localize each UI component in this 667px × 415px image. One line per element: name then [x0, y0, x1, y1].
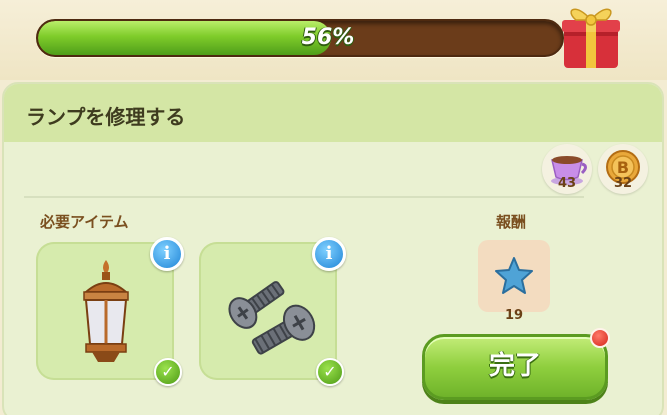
- svg-text:B: B: [617, 158, 629, 177]
- gift-box-icon[interactable]: [556, 0, 626, 72]
- check-icon: ✓: [316, 358, 344, 386]
- complete-button[interactable]: 完了: [422, 334, 608, 400]
- task-panel: ランプを修理する 43 B 32 必要アイテム i ✓ i ✓ 報酬 19 完了: [2, 82, 664, 415]
- info-button-screws[interactable]: i: [312, 237, 346, 271]
- task-title: ランプを修理する: [26, 105, 186, 129]
- info-button-lantern[interactable]: i: [150, 237, 184, 271]
- reward-count: 19: [504, 308, 524, 323]
- coin-count: 32: [613, 176, 633, 191]
- divider: [24, 196, 584, 198]
- panel-header: ランプを修理する: [4, 84, 662, 142]
- teacup-count: 43: [557, 176, 577, 191]
- notification-dot: [590, 328, 610, 348]
- progress-bar: 56%: [36, 19, 564, 57]
- required-items-label: 必要アイテム: [40, 213, 129, 231]
- reward-label: 報酬: [496, 213, 527, 231]
- blue-star-icon: [495, 257, 533, 294]
- progress-label: 56%: [301, 25, 355, 50]
- reward-card: [478, 240, 550, 312]
- check-icon: ✓: [154, 358, 182, 386]
